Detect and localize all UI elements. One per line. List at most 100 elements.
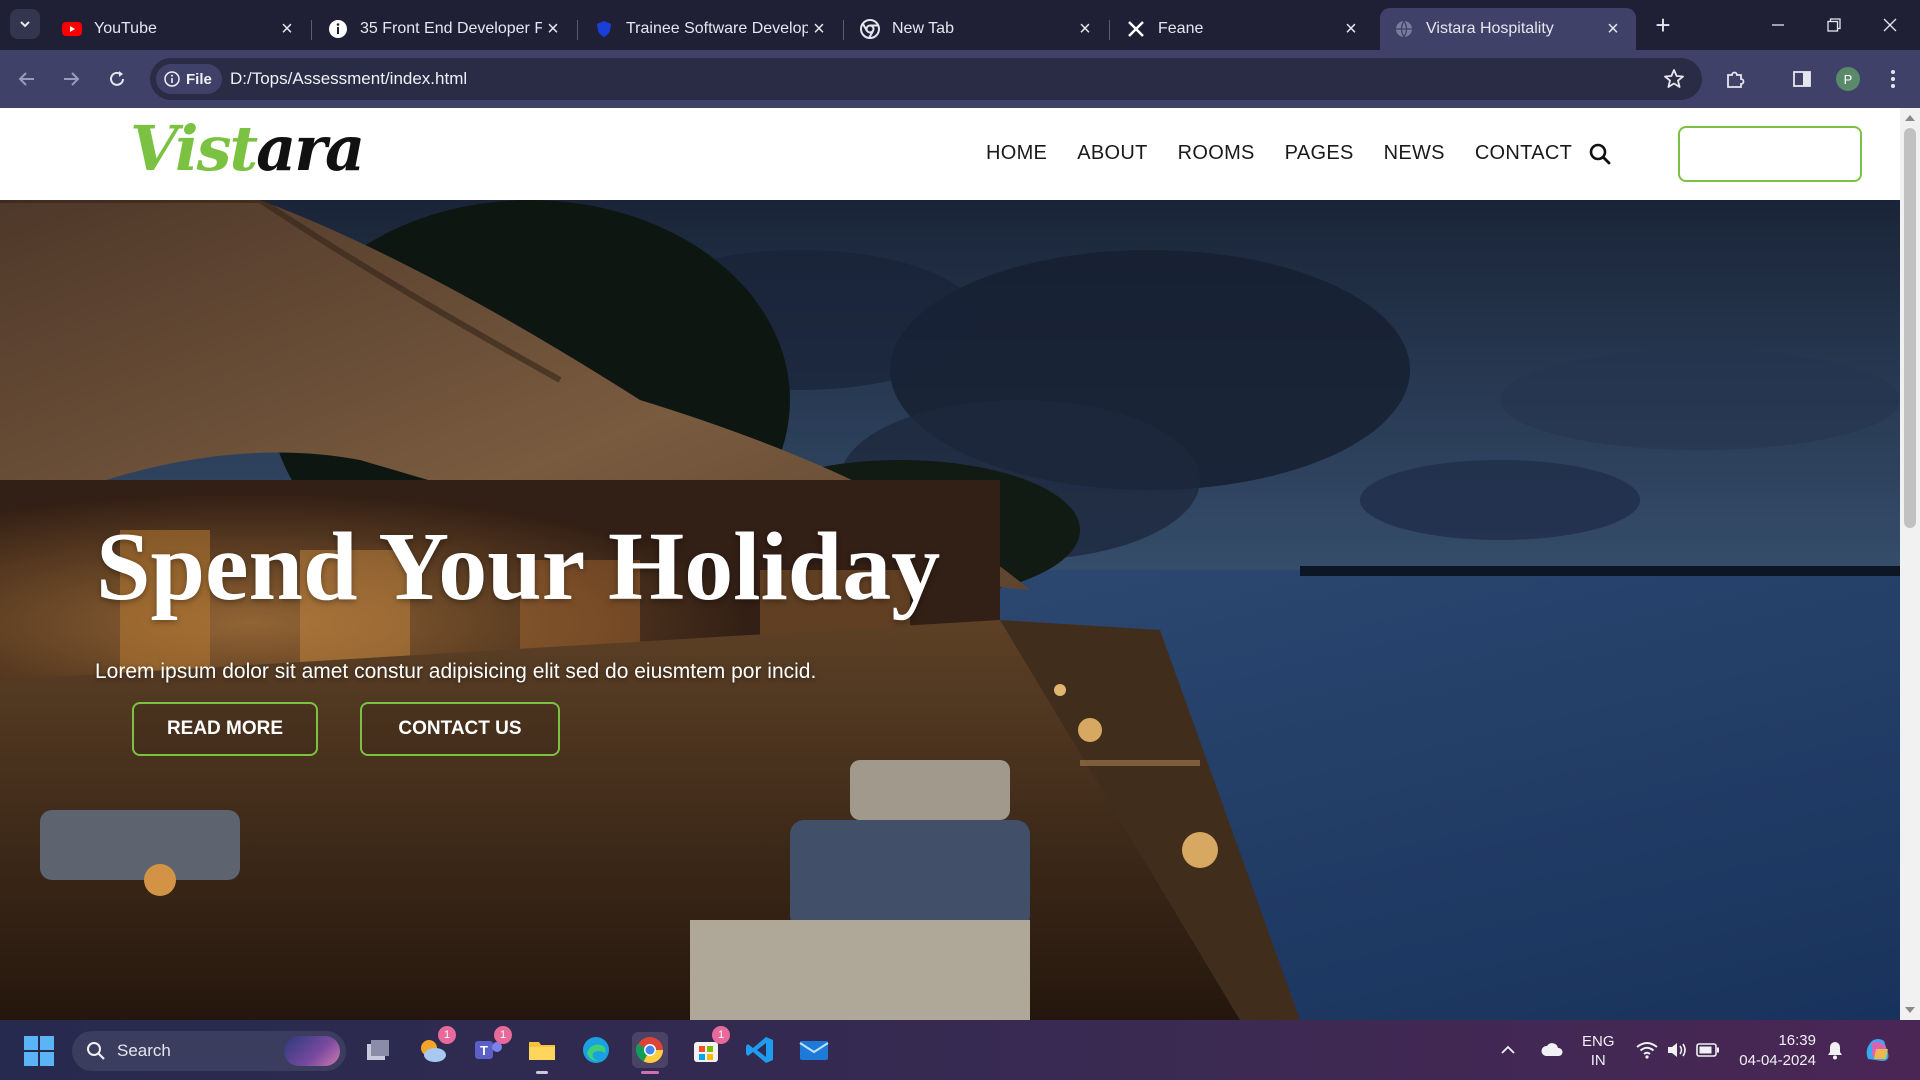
notification-badge: 1 bbox=[712, 1026, 730, 1044]
nav-rooms[interactable]: ROOMS bbox=[1178, 142, 1255, 165]
hero-title: Spend Your Holiday bbox=[96, 513, 941, 621]
reload-icon bbox=[110, 71, 124, 86]
close-tab-icon[interactable]: × bbox=[1602, 18, 1624, 40]
hero-banner: Spend Your Holiday Lorem ipsum dolor sit… bbox=[0, 200, 1900, 1020]
network-button[interactable] bbox=[1636, 1020, 1658, 1080]
tab-title: YouTube bbox=[94, 20, 157, 37]
vscode-button[interactable] bbox=[742, 1032, 778, 1068]
tab-trainee[interactable]: Trainee Software Develope × bbox=[580, 8, 844, 50]
tab-title: Trainee Software Develope bbox=[626, 20, 808, 37]
back-button[interactable] bbox=[12, 64, 42, 94]
profile-avatar[interactable]: P bbox=[1836, 67, 1860, 91]
chrome-button[interactable] bbox=[632, 1032, 668, 1074]
scrollbar-thumb[interactable] bbox=[1904, 128, 1916, 528]
teams-button[interactable]: T 1 bbox=[470, 1026, 512, 1068]
clock[interactable]: 16:39 04-04-2024 bbox=[1736, 1031, 1816, 1071]
close-tab-icon[interactable]: × bbox=[1074, 18, 1096, 40]
notifications-button[interactable] bbox=[1826, 1020, 1844, 1080]
language-code: ENG bbox=[1582, 1033, 1615, 1050]
windows-logo-icon bbox=[40, 1036, 54, 1050]
nav-news[interactable]: NEWS bbox=[1384, 142, 1445, 165]
speaker-icon bbox=[1668, 1043, 1686, 1057]
mail-button[interactable] bbox=[796, 1032, 832, 1068]
shield-icon bbox=[594, 19, 614, 39]
tab-feane[interactable]: Feane × bbox=[1112, 8, 1374, 50]
logo-green-text: Vist bbox=[130, 112, 258, 185]
globe-icon bbox=[1394, 19, 1414, 39]
main-nav: HOME ABOUT ROOMS PAGES NEWS CONTACT bbox=[986, 142, 1602, 165]
close-tab-icon[interactable]: × bbox=[542, 18, 564, 40]
volume-button[interactable] bbox=[1666, 1020, 1688, 1080]
tab-title: 35 Front End Developer Fr bbox=[360, 20, 542, 37]
battery-button[interactable] bbox=[1696, 1020, 1720, 1080]
side-panel-button[interactable] bbox=[1787, 64, 1817, 94]
taskbar-search[interactable]: Search bbox=[72, 1031, 346, 1071]
windows-logo-icon bbox=[24, 1036, 38, 1050]
tab-divider bbox=[843, 20, 844, 40]
browser-toolbar: File D:/Tops/Assessment/index.html P bbox=[0, 50, 1920, 108]
close-icon bbox=[1883, 18, 1897, 32]
tab-divider bbox=[1109, 20, 1110, 40]
extensions-button[interactable] bbox=[1720, 64, 1750, 94]
nav-about[interactable]: ABOUT bbox=[1077, 142, 1147, 165]
chrome-icon bbox=[860, 19, 880, 39]
close-tab-icon[interactable]: × bbox=[1340, 18, 1362, 40]
read-more-button[interactable]: READ MORE bbox=[132, 702, 318, 756]
weather-widget-button[interactable]: 1 bbox=[414, 1026, 456, 1068]
site-logo[interactable]: Vistara bbox=[130, 118, 365, 180]
site-header: Vistara HOME ABOUT ROOMS PAGES NEWS CONT… bbox=[0, 108, 1900, 200]
edge-button[interactable] bbox=[578, 1032, 614, 1068]
copilot-button[interactable] bbox=[1862, 1020, 1894, 1080]
onedrive-button[interactable] bbox=[1540, 1020, 1564, 1080]
windows-logo-icon bbox=[24, 1052, 38, 1066]
new-tab-button[interactable]: + bbox=[1648, 10, 1678, 40]
running-indicator bbox=[536, 1071, 548, 1074]
reload-button[interactable] bbox=[102, 64, 132, 94]
header-action-button[interactable] bbox=[1678, 126, 1862, 182]
start-button[interactable] bbox=[24, 1036, 54, 1066]
chrome-icon bbox=[635, 1037, 664, 1064]
close-window-button[interactable] bbox=[1862, 8, 1918, 42]
file-explorer-button[interactable] bbox=[524, 1032, 560, 1074]
arrow-right-icon bbox=[64, 72, 80, 86]
tab-vistara[interactable]: Vistara Hospitality × bbox=[1380, 8, 1636, 50]
restore-button[interactable] bbox=[1806, 8, 1862, 42]
bookmark-star-icon[interactable] bbox=[1662, 67, 1686, 96]
nav-home[interactable]: HOME bbox=[986, 142, 1047, 165]
close-tab-icon[interactable]: × bbox=[276, 18, 298, 40]
windows-logo-icon bbox=[40, 1052, 54, 1066]
forward-button[interactable] bbox=[56, 64, 86, 94]
chevron-up-icon bbox=[1501, 1045, 1515, 1054]
tab-front-end[interactable]: 35 Front End Developer Fr × bbox=[314, 8, 578, 50]
scroll-down-arrow-icon[interactable] bbox=[1905, 1007, 1915, 1013]
microsoft-store-button[interactable]: 1 bbox=[688, 1026, 730, 1068]
info-circle-icon bbox=[164, 71, 180, 87]
nav-pages[interactable]: PAGES bbox=[1285, 142, 1354, 165]
puzzle-icon bbox=[1727, 71, 1745, 88]
page-scrollbar[interactable] bbox=[1900, 108, 1920, 1020]
scroll-up-arrow-icon[interactable] bbox=[1905, 115, 1915, 121]
file-label: File bbox=[186, 70, 212, 88]
browser-menu-button[interactable] bbox=[1878, 64, 1908, 94]
language-indicator[interactable]: ENG IN bbox=[1582, 1032, 1615, 1070]
address-bar[interactable]: File D:/Tops/Assessment/index.html bbox=[150, 58, 1702, 100]
close-tab-icon[interactable]: × bbox=[808, 18, 830, 40]
search-icon[interactable] bbox=[1588, 142, 1612, 166]
windows-taskbar: Search 1 T 1 1 ENG IN 16:39 04-04-2024 bbox=[0, 1020, 1920, 1080]
hero-subtitle: Lorem ipsum dolor sit amet constur adipi… bbox=[95, 660, 817, 683]
clock-date: 04-04-2024 bbox=[1739, 1052, 1816, 1069]
vscode-icon bbox=[746, 1037, 773, 1063]
nav-contact[interactable]: CONTACT bbox=[1475, 142, 1572, 165]
contact-us-button[interactable]: CONTACT US bbox=[360, 702, 560, 756]
clock-time: 16:39 bbox=[1778, 1032, 1816, 1049]
site-info-chip[interactable]: File bbox=[156, 64, 222, 94]
tab-new-tab[interactable]: New Tab × bbox=[846, 8, 1110, 50]
folder-icon bbox=[529, 1042, 555, 1060]
tab-search-button[interactable] bbox=[10, 9, 40, 39]
tab-youtube[interactable]: YouTube × bbox=[48, 8, 312, 50]
minimize-button[interactable] bbox=[1750, 8, 1806, 42]
show-hidden-icons-button[interactable] bbox=[1500, 1020, 1516, 1080]
task-view-button[interactable] bbox=[360, 1032, 396, 1068]
url-text[interactable]: D:/Tops/Assessment/index.html bbox=[230, 69, 467, 89]
arrow-left-icon bbox=[18, 72, 34, 86]
